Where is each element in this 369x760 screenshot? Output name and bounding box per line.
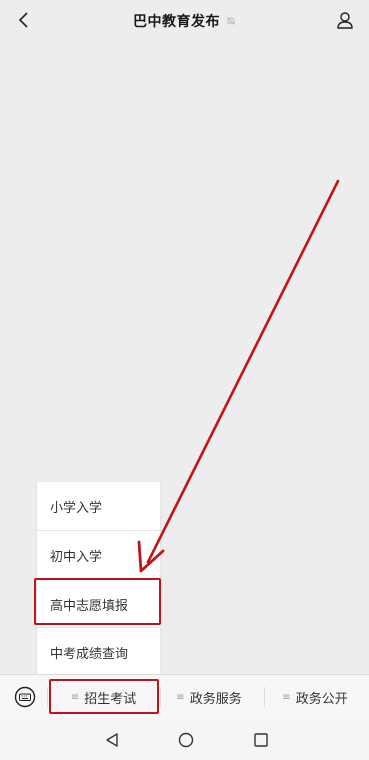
menu-popup: 小学入学 初中入学 高中志愿填报 中考成绩查询 xyxy=(37,482,160,675)
keyboard-icon xyxy=(14,686,36,708)
person-icon xyxy=(337,12,353,29)
bell-muted-icon xyxy=(227,17,235,25)
menu-lines-icon: ≡ xyxy=(70,692,80,703)
menu-lines-icon: ≡ xyxy=(176,692,185,703)
menu-item-label: 政务公开 xyxy=(295,692,348,707)
circle-home-icon[interactable] xyxy=(176,730,196,750)
menu-item-government-services[interactable]: ≡ 政务服务 xyxy=(161,675,257,720)
menu-item-government-affairs[interactable]: ≡ 政务公开 xyxy=(265,675,365,720)
menu-item-label: 政务服务 xyxy=(189,692,242,707)
submenu-item-middle-school[interactable]: 初中入学 xyxy=(37,531,160,579)
submenu-item-high-school-application[interactable]: 高中志愿填报 xyxy=(37,580,160,628)
official-account-menu-bar: ≡ 招生考试 ≡ 政务服务 ≡ 政务公开 xyxy=(0,674,369,719)
menu-item-admissions-exams[interactable]: ≡ 招生考试 xyxy=(48,675,159,720)
profile-button[interactable] xyxy=(335,10,355,30)
system-nav-bar xyxy=(0,719,369,760)
top-bar: 巴中教育发布 xyxy=(0,0,369,42)
submenu-item-label: 中考成绩查询 xyxy=(50,646,129,662)
triangle-back-icon[interactable] xyxy=(102,730,122,750)
submenu-item-exam-score-query[interactable]: 中考成绩查询 xyxy=(37,628,160,676)
back-button[interactable] xyxy=(14,10,34,30)
submenu-item-label: 初中入学 xyxy=(50,549,103,565)
submenu-item-label: 小学入学 xyxy=(50,500,103,516)
submenu-item-label: 高中志愿填报 xyxy=(50,598,129,614)
menu-item-label: 招生考试 xyxy=(84,692,137,707)
keyboard-toggle-button[interactable] xyxy=(14,686,36,708)
square-recents-icon[interactable] xyxy=(251,730,271,750)
submenu-item-primary-school[interactable]: 小学入学 xyxy=(37,482,160,530)
chevron-left-icon xyxy=(18,12,28,28)
page-title: 巴中教育发布 xyxy=(133,14,220,30)
menu-lines-icon: ≡ xyxy=(282,692,291,703)
